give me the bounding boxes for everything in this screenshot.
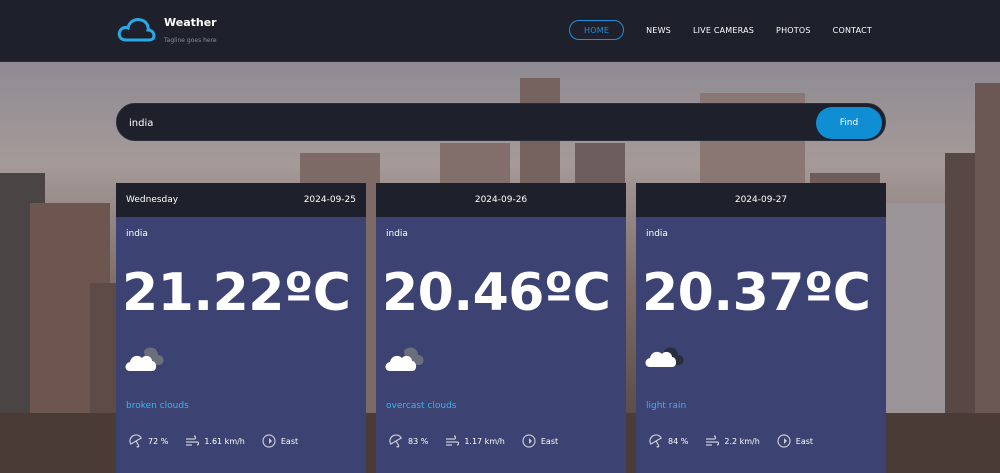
card-date: 2024-09-26 — [474, 195, 528, 205]
nav-live-cameras[interactable]: LIVE CAMERAS — [693, 20, 754, 40]
card-temperature: 20.46ºC — [382, 263, 611, 323]
compass-icon — [777, 434, 791, 448]
nav-photos[interactable]: PHOTOS — [776, 20, 811, 40]
card-stats: 83 % 1.17 km/h East — [388, 433, 574, 449]
card-header: Wednesday 2024-09-25 — [116, 183, 366, 217]
card-header: 2024-09-26 — [376, 183, 626, 217]
nav-news[interactable]: NEWS — [646, 20, 671, 40]
direction-stat: East — [521, 433, 558, 449]
card-temperature: 20.37ºC — [642, 263, 871, 323]
wind-icon — [186, 435, 200, 446]
nav-contact[interactable]: CONTACT — [833, 20, 872, 40]
wind-value: 2.2 km/h — [724, 436, 760, 446]
humidity-value: 84 % — [668, 436, 689, 446]
wind-icon — [706, 435, 720, 446]
humidity-stat: 83 % — [388, 433, 428, 449]
compass-icon — [262, 434, 276, 448]
direction-stat: East — [261, 433, 298, 449]
cloud-icon — [645, 347, 684, 367]
cloud-logo-icon — [117, 18, 156, 42]
forecast-cards: Wednesday 2024-09-25 india 21.22ºC broke… — [116, 183, 886, 473]
cloud-icon — [385, 347, 424, 371]
card-description: overcast clouds — [386, 401, 457, 411]
wind-value: 1.61 km/h — [204, 436, 245, 446]
card-location: india — [386, 229, 408, 239]
card-date: 2024-09-25 — [303, 195, 356, 205]
direction-value: East — [280, 436, 299, 446]
umbrella-icon — [389, 434, 403, 448]
brand-tagline: Tagline goes here — [164, 37, 217, 44]
card-date: 2024-09-27 — [734, 195, 788, 205]
site-header: Weather Tagline goes here HOME NEWS LIVE… — [0, 0, 1000, 62]
umbrella-icon — [129, 434, 143, 448]
wind-stat: 2.2 km/h — [704, 433, 760, 449]
direction-stat: East — [776, 433, 813, 449]
search-bar: Find — [116, 103, 886, 141]
wind-stat: 1.61 km/h — [184, 433, 245, 449]
compass-icon — [522, 434, 536, 448]
card-description: light rain — [646, 401, 687, 411]
forecast-card: Wednesday 2024-09-25 india 21.22ºC broke… — [116, 183, 366, 473]
direction-value: East — [540, 436, 559, 446]
brand-logo[interactable]: Weather Tagline goes here — [116, 14, 217, 44]
nav-home[interactable]: HOME — [569, 20, 625, 40]
card-stats: 84 % 2.2 km/h East — [648, 433, 829, 449]
card-stats: 72 % 1.61 km/h East — [128, 433, 314, 449]
humidity-value: 72 % — [148, 436, 169, 446]
card-day: Wednesday — [126, 195, 179, 205]
wind-icon — [446, 435, 460, 446]
humidity-value: 83 % — [408, 436, 429, 446]
humidity-stat: 72 % — [128, 433, 168, 449]
main-nav: HOME NEWS LIVE CAMERAS PHOTOS CONTACT — [569, 20, 872, 40]
wind-value: 1.17 km/h — [464, 436, 505, 446]
card-description: broken clouds — [126, 401, 189, 411]
card-header: 2024-09-27 — [636, 183, 886, 217]
card-location: india — [126, 229, 148, 239]
cloud-icon — [125, 347, 164, 371]
forecast-card: 2024-09-27 india 20.37ºC light rain 84 %… — [636, 183, 886, 473]
card-location: india — [646, 229, 668, 239]
wind-stat: 1.17 km/h — [444, 433, 505, 449]
brand-title: Weather — [164, 16, 217, 29]
card-temperature: 21.22ºC — [122, 263, 351, 323]
direction-value: East — [795, 436, 814, 446]
search-input[interactable] — [129, 113, 809, 133]
find-button[interactable]: Find — [816, 107, 882, 139]
forecast-card: 2024-09-26 india 20.46ºC overcast clouds… — [376, 183, 626, 473]
humidity-stat: 84 % — [648, 433, 688, 449]
umbrella-icon — [649, 434, 663, 448]
